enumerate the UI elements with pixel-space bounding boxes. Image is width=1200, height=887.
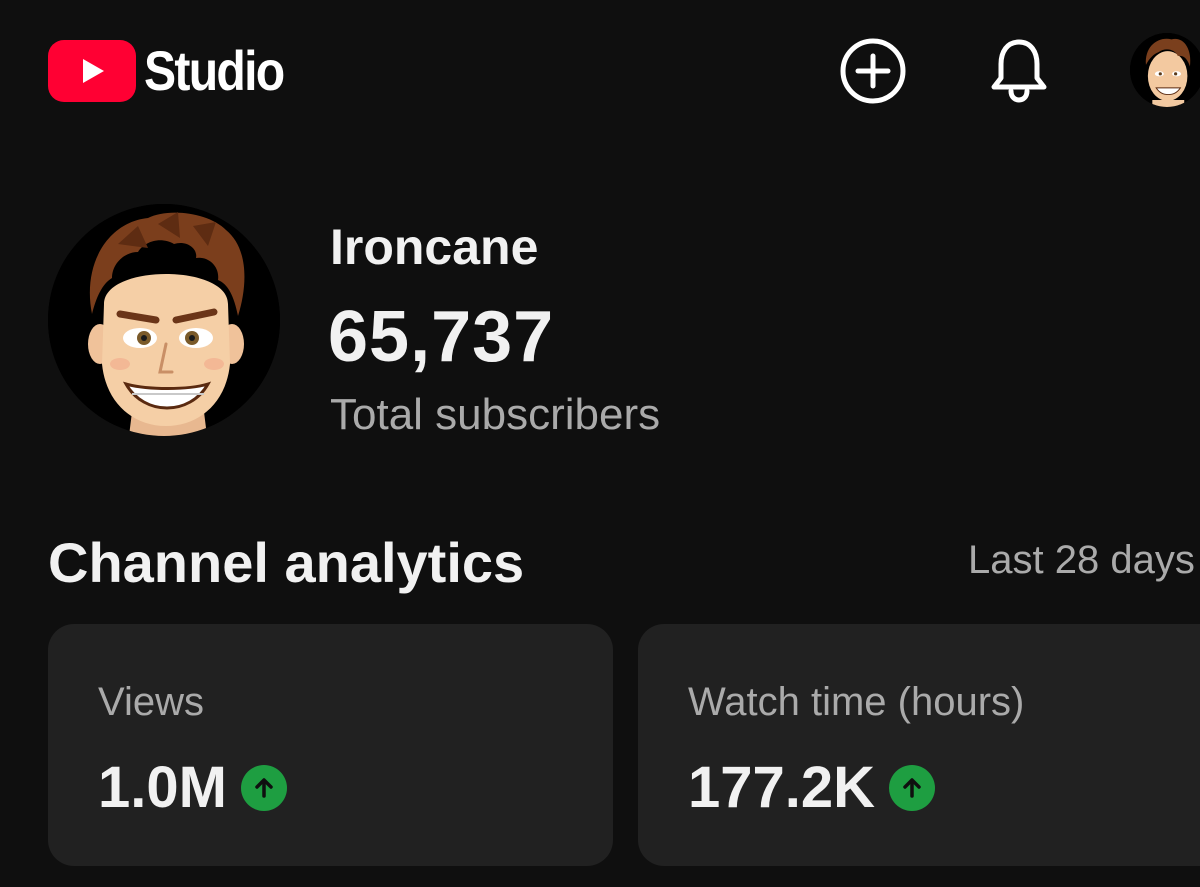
logo-text: Studio: [144, 39, 285, 102]
trend-up-icon: [240, 764, 287, 811]
account-avatar[interactable]: [1130, 33, 1200, 107]
watch-time-value-row: 177.2K: [688, 754, 936, 821]
create-button[interactable]: [838, 38, 908, 108]
notifications-button[interactable]: [984, 38, 1054, 108]
views-value-row: 1.0M: [98, 754, 287, 821]
top-app-bar: Studio: [0, 0, 1200, 150]
subscriber-count: 65,737: [328, 297, 555, 377]
plus-circle-icon: [838, 36, 908, 111]
watch-time-card[interactable]: Watch time (hours) 177.2K: [638, 624, 1200, 866]
views-label: Views: [98, 680, 204, 724]
period-selector[interactable]: Last 28 days: [968, 538, 1195, 583]
youtube-studio-logo[interactable]: Studio: [48, 40, 306, 102]
bell-icon: [987, 36, 1051, 111]
subscriber-label: Total subscribers: [330, 390, 661, 439]
channel-avatar[interactable]: [48, 204, 280, 436]
channel-name: Ironcane: [330, 219, 539, 275]
youtube-play-icon: [48, 40, 136, 102]
views-value: 1.0M: [98, 755, 227, 820]
trend-up-icon: [889, 764, 936, 811]
section-title: Channel analytics: [48, 531, 525, 594]
watch-time-label: Watch time (hours): [688, 680, 1025, 724]
watch-time-value: 177.2K: [688, 755, 876, 820]
views-card[interactable]: Views 1.0M: [48, 624, 613, 866]
